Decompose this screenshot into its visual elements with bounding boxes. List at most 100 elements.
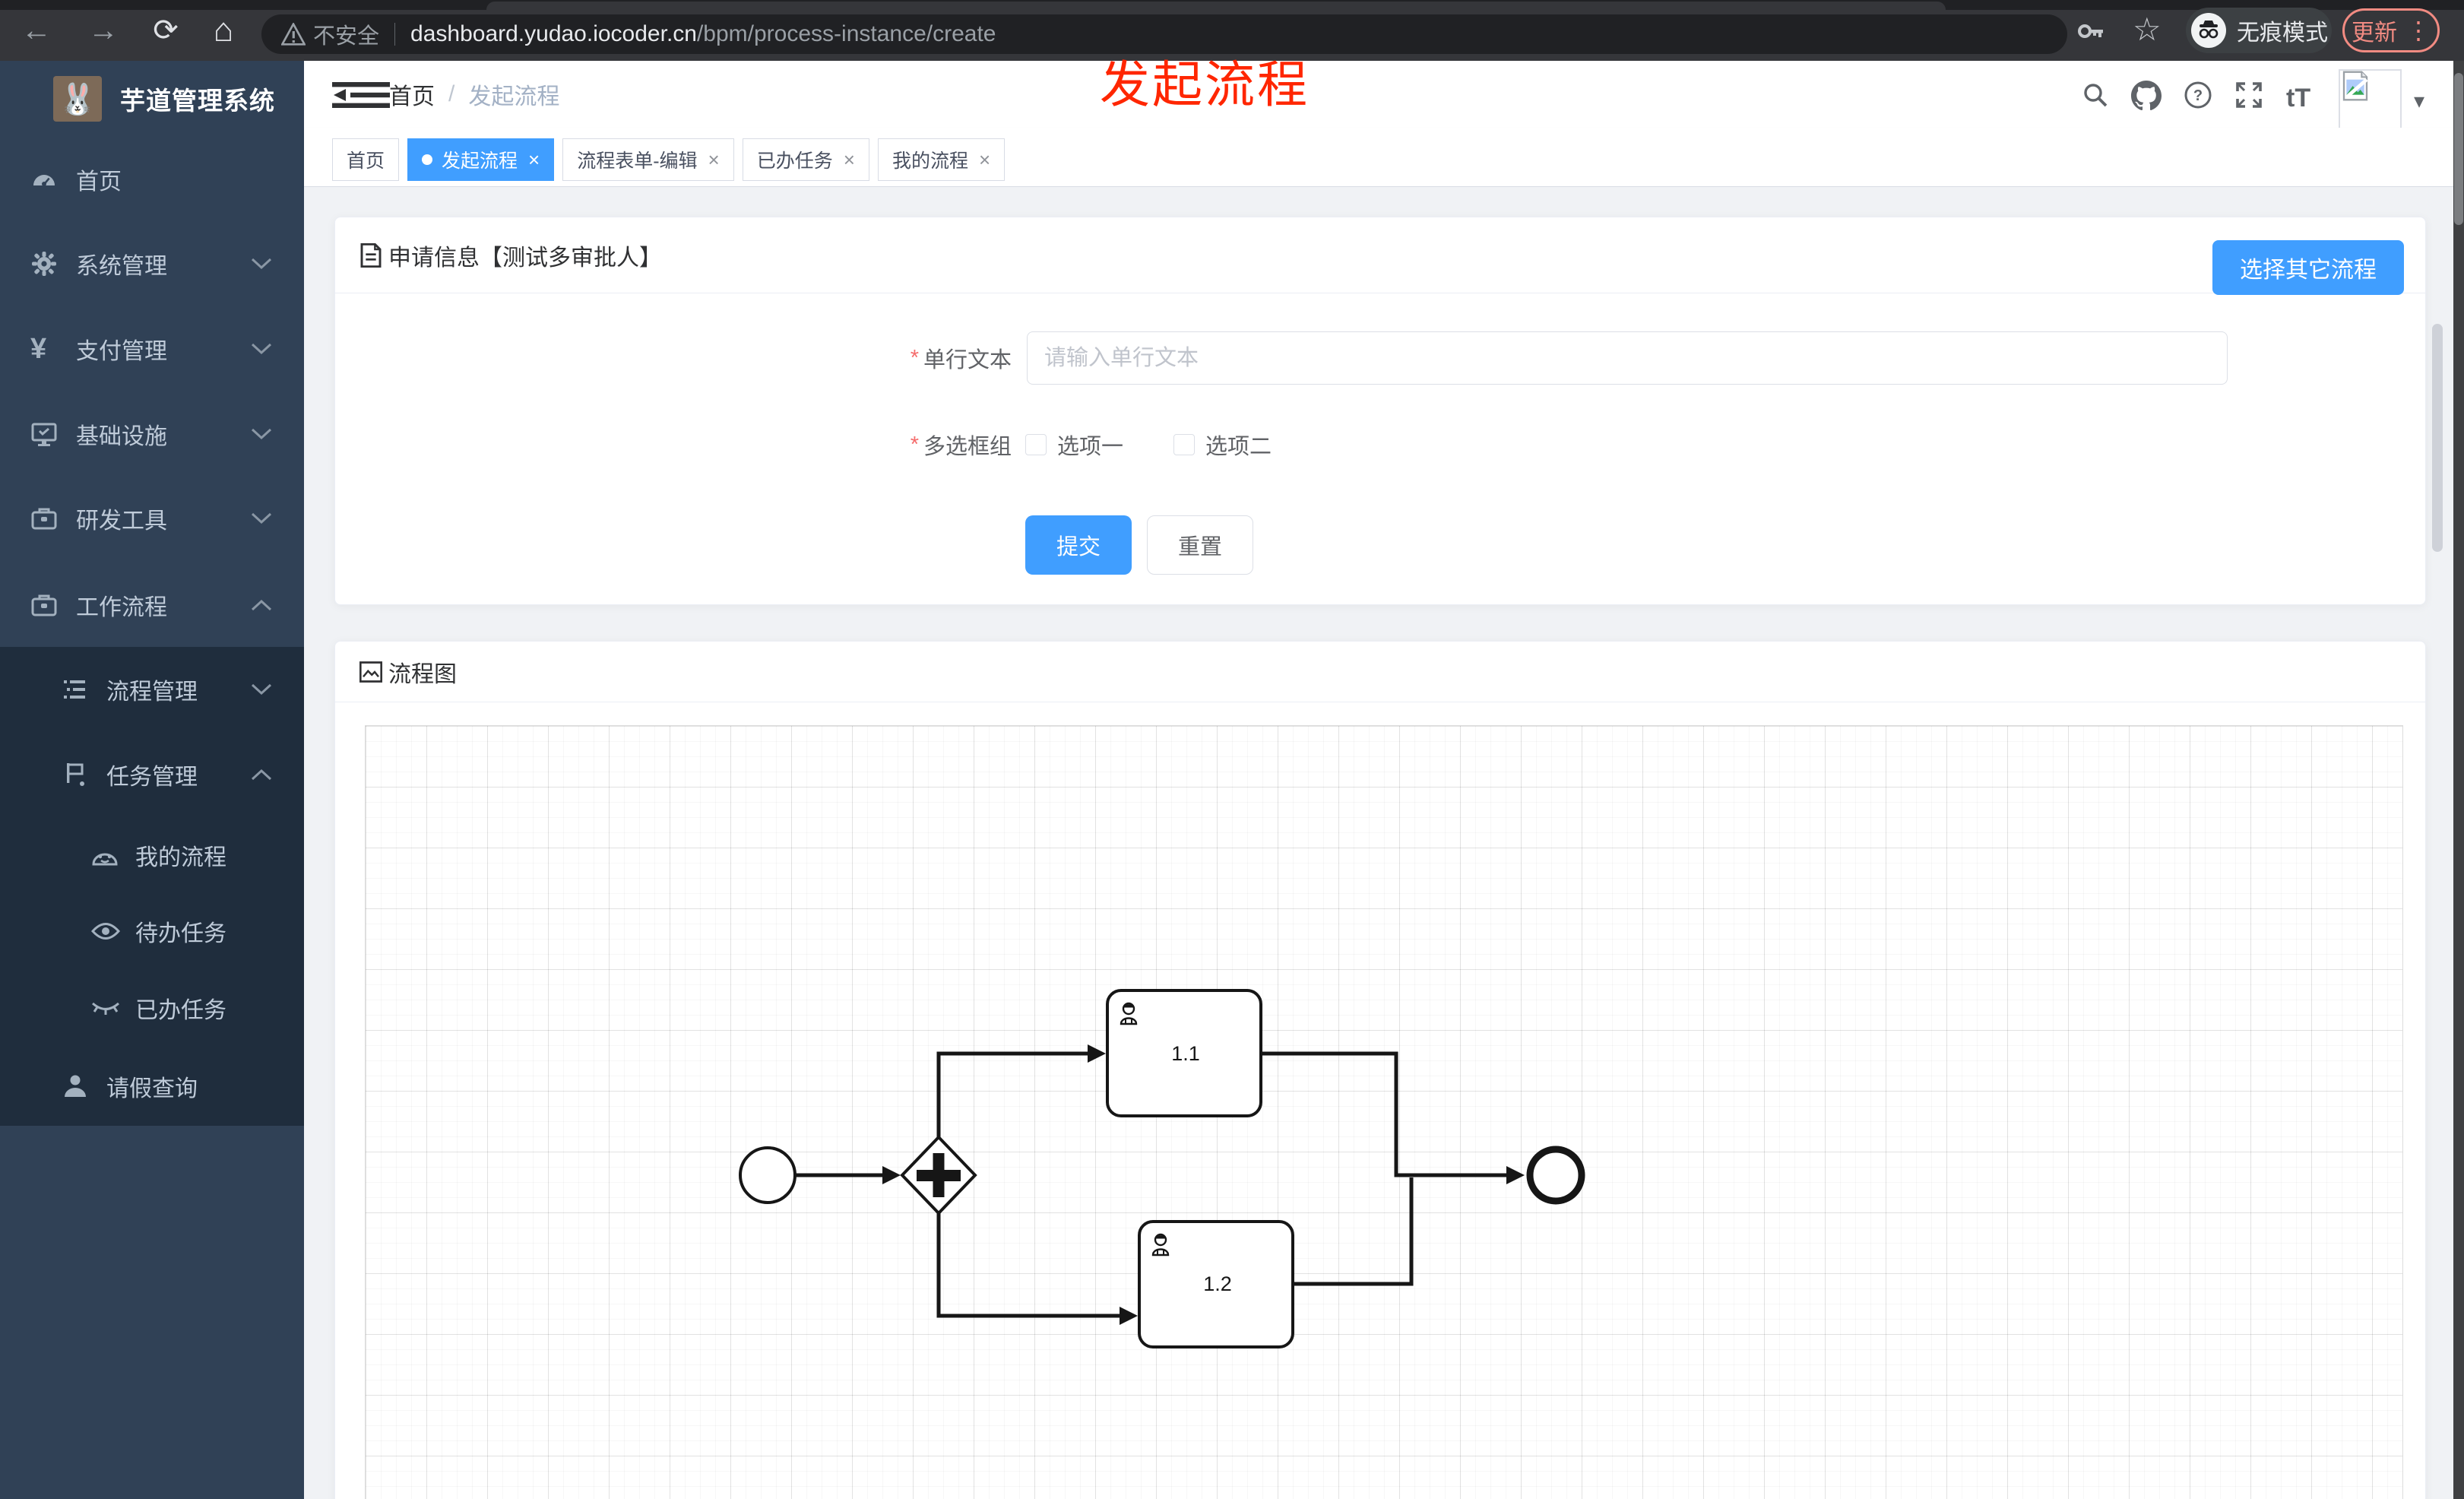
reset-button[interactable]: 重置 — [1147, 515, 1253, 575]
bpmn-user-task-1-2[interactable]: 1.2 — [1138, 1220, 1294, 1348]
process-diagram-card-header: 流程图 — [335, 642, 2425, 702]
browser-update-button[interactable]: 更新 ⋮ — [2342, 8, 2440, 52]
sidebar-item-leave-query[interactable]: 请假查询 — [0, 1047, 304, 1125]
sidebar-item-workflow[interactable]: 工作流程 — [0, 563, 304, 647]
checkbox-option-2-label[interactable]: 选项二 — [1205, 429, 1272, 461]
content-scrollbar-thumb[interactable] — [2432, 324, 2443, 552]
sidebar-item-done-tasks[interactable]: 已办任务 — [0, 969, 304, 1047]
eye-closed-icon — [91, 1000, 120, 1016]
flag-icon — [62, 762, 88, 788]
document-icon — [359, 242, 382, 268]
close-icon[interactable]: × — [844, 150, 855, 170]
browser-reload-icon[interactable]: ⟳ — [146, 14, 185, 49]
browser-scrollbar-thumb[interactable] — [2454, 73, 2463, 225]
chevron-down-icon — [251, 512, 272, 524]
text-field-label: * 单行文本 — [910, 345, 1012, 373]
bpmn-parallel-gateway[interactable] — [900, 1135, 977, 1215]
sidebar-logo-row[interactable]: 🐰 芋道管理系统 — [0, 67, 304, 131]
monitor-icon — [30, 420, 58, 448]
browser-scrollbar[interactable] — [2453, 61, 2464, 1499]
select-other-process-button[interactable]: 选择其它流程 — [2212, 240, 2404, 295]
process-diagram-card: 流程图 1.1 1.2 — [334, 641, 2426, 1499]
sidebar-item-todo-tasks[interactable]: 待办任务 — [0, 893, 304, 969]
apply-info-card: 申请信息【测试多审批人】 选择其它流程 * 单行文本 * 多选框组 选项一 选项… — [334, 217, 2426, 605]
required-mark: * — [910, 345, 919, 370]
font-size-icon[interactable]: tT — [2286, 84, 2310, 113]
toolbox-icon — [30, 591, 58, 619]
breadcrumb-current: 发起流程 — [468, 84, 560, 109]
bookmark-star-icon[interactable]: ☆ — [2133, 11, 2162, 48]
sidebar-item-dev-tools[interactable]: 研发工具 — [0, 476, 304, 561]
tag-my-process[interactable]: 我的流程 × — [877, 138, 1006, 181]
bpmn-end-event[interactable] — [1526, 1146, 1585, 1205]
active-dot — [422, 154, 433, 165]
browser-back-icon[interactable]: ← — [17, 14, 56, 49]
app-header: 首页 / 发起流程 ? tT ▾ — [304, 61, 2453, 129]
annotation-text: 发起流程 — [1100, 56, 1310, 113]
breadcrumb-home[interactable]: 首页 — [389, 78, 435, 111]
browser-tabstrip — [0, 0, 2464, 10]
bpmn-user-task-1-1[interactable]: 1.1 — [1106, 989, 1262, 1117]
avatar[interactable] — [2339, 69, 2402, 129]
svg-text:?: ? — [2193, 87, 2203, 104]
dashboard-icon — [30, 166, 58, 193]
tag-done-tasks[interactable]: 已办任务 × — [742, 138, 869, 181]
sidebar-item-infrastructure[interactable]: 基础设施 — [0, 391, 304, 476]
single-line-text-input[interactable] — [1027, 331, 2228, 385]
sidebar-item-process-mgmt[interactable]: 流程管理 — [0, 647, 304, 732]
url-divider — [394, 23, 396, 46]
toolbox-icon — [30, 505, 58, 532]
sidebar-item-payment[interactable]: ¥ 支付管理 — [0, 306, 304, 391]
sidebar: 🐰 芋道管理系统 首页 系统管理 ¥ 支付管理 基础设施 研发工具 工作流程 流… — [0, 61, 304, 1499]
bpmn-diagram: 1.1 1.2 — [739, 989, 1585, 1348]
help-icon[interactable]: ? — [2184, 81, 2212, 109]
browser-forward-icon[interactable]: → — [84, 14, 123, 49]
sidebar-item-system[interactable]: 系统管理 — [0, 221, 304, 306]
apply-info-title: 申请信息【测试多审批人】 — [388, 245, 662, 271]
chevron-down-icon — [251, 343, 272, 355]
checkbox-option-1[interactable] — [1025, 434, 1047, 455]
broken-image-icon — [2342, 71, 2368, 101]
close-icon[interactable]: × — [708, 150, 720, 170]
url-domain: dashboard.yudao.iocoder.cn — [410, 21, 697, 46]
checkbox-option-2[interactable] — [1173, 434, 1196, 455]
eye-open-icon — [91, 921, 120, 941]
browser-home-icon[interactable]: ⌂ — [204, 14, 243, 49]
tags-view-bar: 首页 发起流程 × 流程表单-编辑 × 已办任务 × 我的流程 × — [304, 128, 2453, 187]
tag-home[interactable]: 首页 — [332, 138, 400, 181]
search-icon[interactable] — [2081, 81, 2110, 109]
chevron-down-icon — [251, 683, 272, 696]
screenshot-root: ← → ⟳ ⌂ 不安全 dashboard.yudao.iocoder.cn/b… — [0, 0, 2464, 1499]
chevron-up-icon — [251, 769, 272, 781]
sidebar-collapse-icon[interactable] — [332, 82, 390, 112]
security-label: 不安全 — [313, 24, 380, 49]
close-icon[interactable]: × — [528, 150, 540, 170]
process-diagram-title: 流程图 — [388, 661, 457, 687]
chevron-down-icon — [251, 428, 272, 440]
fullscreen-icon[interactable] — [2234, 81, 2263, 109]
browser-menu-kebab-icon[interactable]: ⋮ — [2406, 16, 2431, 45]
main-area: 首页 / 发起流程 ? tT ▾ 首页 发起流程 × 流程表单-编辑 × 已办任… — [304, 61, 2453, 1499]
tag-form-edit[interactable]: 流程表单-编辑 × — [562, 138, 734, 181]
bpmn-canvas[interactable]: 1.1 1.2 — [365, 725, 2403, 1499]
content-area: 申请信息【测试多审批人】 选择其它流程 * 单行文本 * 多选框组 选项一 选项… — [304, 187, 2453, 1499]
submit-button[interactable]: 提交 — [1025, 515, 1132, 575]
checkbox-group: 选项一 选项二 — [1025, 418, 1322, 471]
caret-down-icon[interactable]: ▾ — [2414, 88, 2424, 113]
github-icon[interactable] — [2131, 81, 2162, 111]
tag-create-process[interactable]: 发起流程 × — [407, 138, 555, 181]
sidebar-item-task-mgmt[interactable]: 任务管理 — [0, 732, 304, 817]
password-key-icon[interactable] — [2076, 18, 2107, 48]
picture-icon — [359, 661, 382, 683]
svg-text:1.2: 1.2 — [1203, 1272, 1232, 1295]
sidebar-item-home[interactable]: 首页 — [0, 137, 304, 221]
bpmn-start-event[interactable] — [739, 1146, 797, 1204]
checkbox-option-1-label[interactable]: 选项一 — [1057, 429, 1123, 461]
face-icon — [91, 844, 119, 867]
browser-active-tab[interactable] — [486, 2, 1946, 10]
close-icon[interactable]: × — [979, 150, 990, 170]
tree-list-icon — [62, 677, 88, 702]
app-logo: 🐰 — [53, 76, 102, 122]
sidebar-item-my-process[interactable]: 我的流程 — [0, 817, 304, 893]
incognito-label: 无痕模式 — [2237, 21, 2328, 46]
